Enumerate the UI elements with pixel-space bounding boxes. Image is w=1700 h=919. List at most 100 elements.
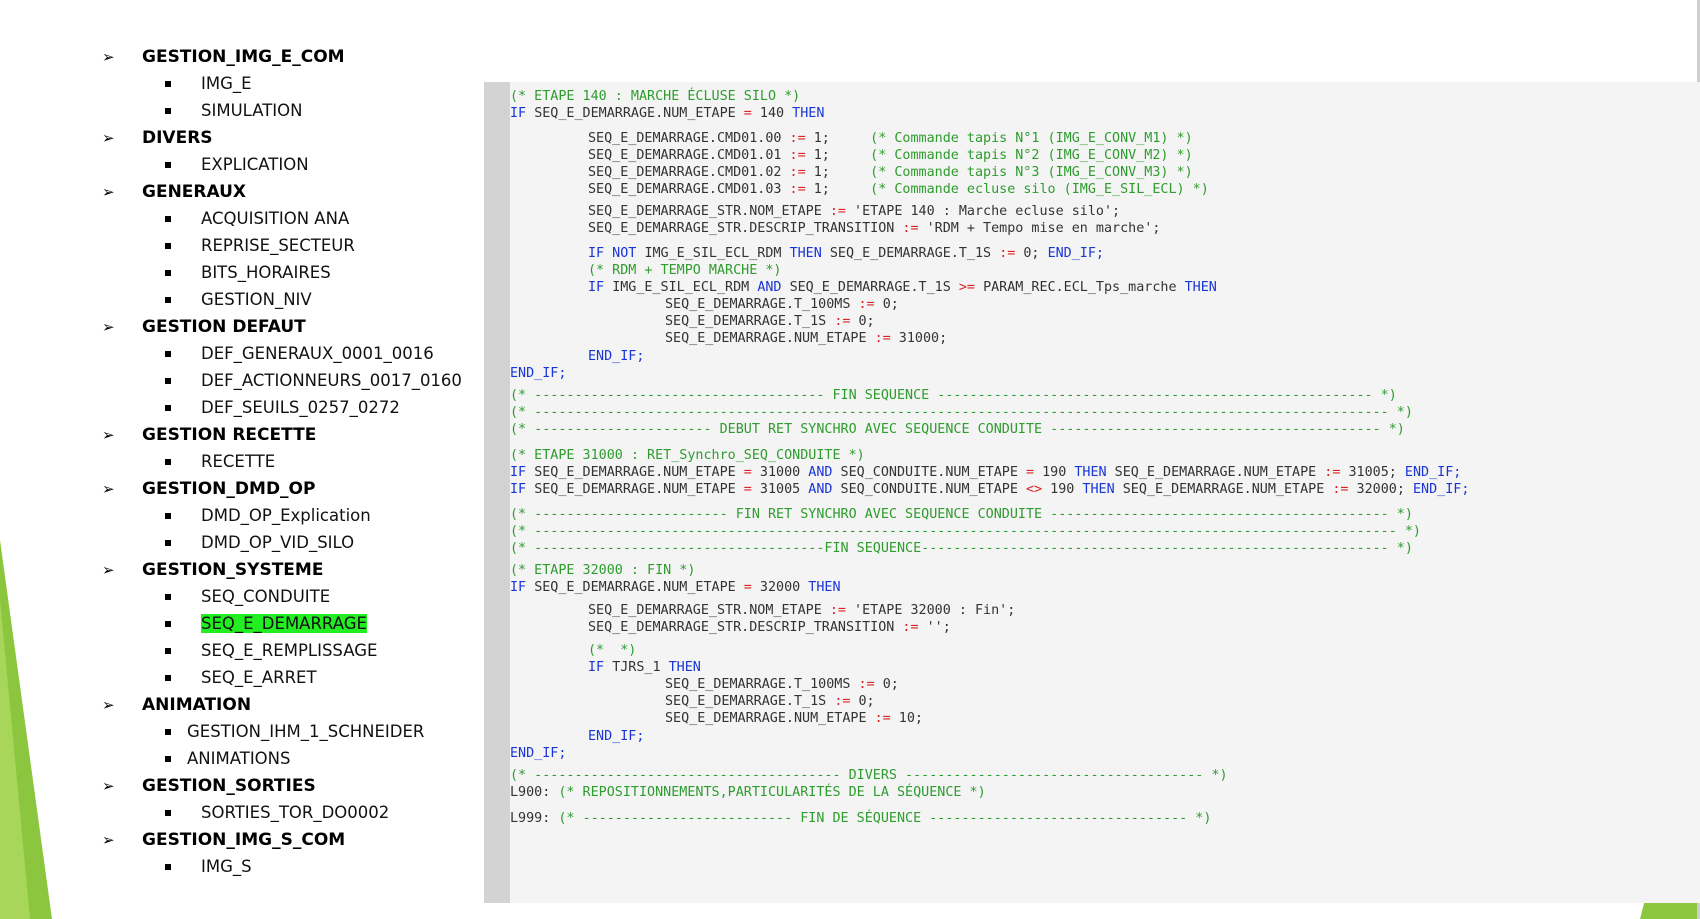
tree-category[interactable]: ➢ GESTION_IMG_E_COM (100, 43, 480, 70)
code-line: END_IF; (588, 728, 644, 746)
square-bullet-icon (165, 755, 171, 762)
code-line: SEQ_E_DEMARRAGE.CMD01.00 := 1; (* Comman… (588, 130, 1193, 148)
tree-item-label: IMG_E (201, 74, 252, 93)
tree-item[interactable]: SEQ_E_ARRET (100, 664, 480, 691)
code-token: THEN (792, 106, 825, 121)
square-bullet-icon (165, 512, 171, 519)
tree-item[interactable]: RECETTE (100, 448, 480, 475)
code-token: := (902, 620, 919, 635)
code-token: IF (510, 580, 527, 595)
code-line: SEQ_E_DEMARRAGE.T_1S := 0; (665, 313, 875, 331)
code-token: 31000 (759, 465, 801, 480)
tree-item[interactable]: BITS_HORAIRES (100, 259, 480, 286)
arrow-bullet-icon: ➢ (102, 425, 115, 444)
square-bullet-icon (165, 404, 171, 411)
tree-category[interactable]: ➢ GESTION_SYSTEME (100, 556, 480, 583)
tree-item[interactable]: REPRISE_SECTEUR (100, 232, 480, 259)
code-line: (* ------------------------------------F… (510, 540, 1413, 558)
tree-category-label: GESTION_IMG_E_COM (142, 46, 345, 67)
tree-item[interactable]: DEF_ACTIONNEURS_0017_0160 (100, 367, 480, 394)
code-token: IF (588, 660, 605, 675)
square-bullet-icon (165, 539, 171, 546)
code-line: SEQ_E_DEMARRAGE.T_100MS := 0; (665, 296, 899, 314)
tree-item[interactable]: DMD_OP_Explication (100, 502, 480, 529)
arrow-bullet-icon: ➢ (102, 182, 115, 201)
tree-item-label-selected: SEQ_E_DEMARRAGE (201, 614, 367, 633)
code-token: IMG_E_SIL_ECL_RDM (612, 280, 750, 295)
tree-category[interactable]: ➢ GESTION_SORTIES (100, 772, 480, 799)
square-bullet-icon (165, 107, 171, 114)
code-line: SEQ_E_DEMARRAGE.T_100MS := 0; (665, 676, 899, 694)
code-line: (* -------------------------------------… (510, 404, 1413, 422)
tree-item[interactable]: IMG_S (100, 853, 480, 880)
tree-item-label: DMD_OP_Explication (201, 506, 371, 525)
tree-category[interactable]: ➢ GESTION RECETTE (100, 421, 480, 448)
code-token: (* ETAPE 140 : MARCHE ÉCLUSE SILO *) (510, 89, 801, 104)
tree-category[interactable]: ➢ DIVERS (100, 124, 480, 151)
code-token: (* -------------------------------------… (510, 524, 1421, 539)
tree-item-label: SEQ_E_ARRET (201, 668, 317, 687)
tree-category[interactable]: ➢ GESTION_IMG_S_COM (100, 826, 480, 853)
code-token: := (874, 711, 891, 726)
tree-category[interactable]: ➢ ANIMATION (100, 691, 480, 718)
code-line: IF SEQ_E_DEMARRAGE.NUM_ETAPE = 32000 THE… (510, 579, 841, 597)
code-line: SEQ_E_DEMARRAGE.CMD01.01 := 1; (* Comman… (588, 147, 1193, 165)
code-line: (* ETAPE 32000 : FIN *) (510, 562, 695, 580)
code-token: SEQ_E_DEMARRAGE.NUM_ETAPE (534, 580, 736, 595)
code-token: := (999, 246, 1016, 261)
code-token: SEQ_E_DEMARRAGE_STR.DESCRIP_TRANSITION (588, 620, 895, 635)
tree-item[interactable]: SORTIES_TOR_DO0002 (100, 799, 480, 826)
code-token: END_IF; (1047, 246, 1104, 261)
tree-item[interactable]: SEQ_E_DEMARRAGE (100, 610, 480, 637)
tree-item[interactable]: SEQ_E_REMPLISSAGE (100, 637, 480, 664)
code-token: := (829, 603, 846, 618)
tree-item[interactable]: GESTION_IHM_1_SCHNEIDER (100, 718, 480, 745)
code-token: (* ETAPE 31000 : RET_Synchro_SEQ_CONDUIT… (510, 448, 865, 463)
tree-category[interactable]: ➢ GESTION_DMD_OP (100, 475, 480, 502)
code-token: 'ETAPE 140 : Marche ecluse silo'; (854, 204, 1121, 219)
code-line: SEQ_E_DEMARRAGE_STR.DESCRIP_TRANSITION :… (588, 619, 951, 637)
tree-item[interactable]: SEQ_CONDUITE (100, 583, 480, 610)
code-token: THEN (808, 580, 841, 595)
navigation-tree: ➢ GESTION_IMG_E_COM IMG_E SIMULATION ➢ DIVERS… (100, 43, 480, 880)
tree-item[interactable]: GESTION_NIV (100, 286, 480, 313)
tree-item[interactable]: DEF_SEUILS_0257_0272 (100, 394, 480, 421)
tree-item[interactable]: ANIMATIONS (100, 745, 480, 772)
code-token: SEQ_E_DEMARRAGE.CMD01.03 (588, 182, 782, 197)
code-token: (* RDM + TEMPO MARCHE *) (588, 263, 782, 278)
code-token: SEQ_E_DEMARRAGE.T_1S (665, 314, 827, 329)
tree-item[interactable]: ACQUISITION ANA (100, 205, 480, 232)
tree-category[interactable]: ➢ GENERAUX (100, 178, 480, 205)
tree-item[interactable]: EXPLICATION (100, 151, 480, 178)
tree-item-label: DEF_GENERAUX_0001_0016 (201, 344, 434, 363)
code-token: := (834, 314, 851, 329)
code-token: AND (757, 280, 782, 295)
code-token: 0; (1023, 246, 1040, 261)
code-token: (* Commande tapis N°1 (IMG_E_CONV_M1) *) (870, 131, 1193, 146)
code-token: SEQ_E_DEMARRAGE.CMD01.02 (588, 165, 782, 180)
code-token: SEQ_E_DEMARRAGE.NUM_ETAPE (534, 465, 736, 480)
tree-item[interactable]: DMD_OP_VID_SILO (100, 529, 480, 556)
tree-category[interactable]: ➢ GESTION DEFAUT (100, 313, 480, 340)
code-token: <> (1025, 482, 1043, 497)
code-token: TJRS_1 (612, 660, 661, 675)
code-token: := (874, 331, 891, 346)
code-token: SEQ_E_DEMARRAGE_STR.NOM_ETAPE (588, 603, 822, 618)
code-token: := (834, 694, 851, 709)
code-token: L999: (510, 811, 551, 826)
code-token: 31005 (759, 482, 801, 497)
tree-category-label: GESTION_SORTIES (142, 775, 316, 796)
code-token: SEQ_E_DEMARRAGE.CMD01.00 (588, 131, 782, 146)
code-token: AND (808, 465, 833, 480)
arrow-bullet-icon: ➢ (102, 479, 115, 498)
tree-item[interactable]: IMG_E (100, 70, 480, 97)
tree-item-label: ANIMATIONS (187, 749, 291, 768)
square-bullet-icon (165, 728, 171, 735)
tree-item[interactable]: SIMULATION (100, 97, 480, 124)
code-line: SEQ_E_DEMARRAGE_STR.NOM_ETAPE := 'ETAPE … (588, 602, 1015, 620)
code-token: (* REPOSITIONNEMENTS,PARTICULARITÉS DE L… (558, 785, 986, 800)
code-line: IF SEQ_E_DEMARRAGE.NUM_ETAPE = 31005 AND… (510, 481, 1469, 499)
arrow-bullet-icon: ➢ (102, 317, 115, 336)
tree-item[interactable]: DEF_GENERAUX_0001_0016 (100, 340, 480, 367)
code-line: (* *) (588, 642, 636, 660)
